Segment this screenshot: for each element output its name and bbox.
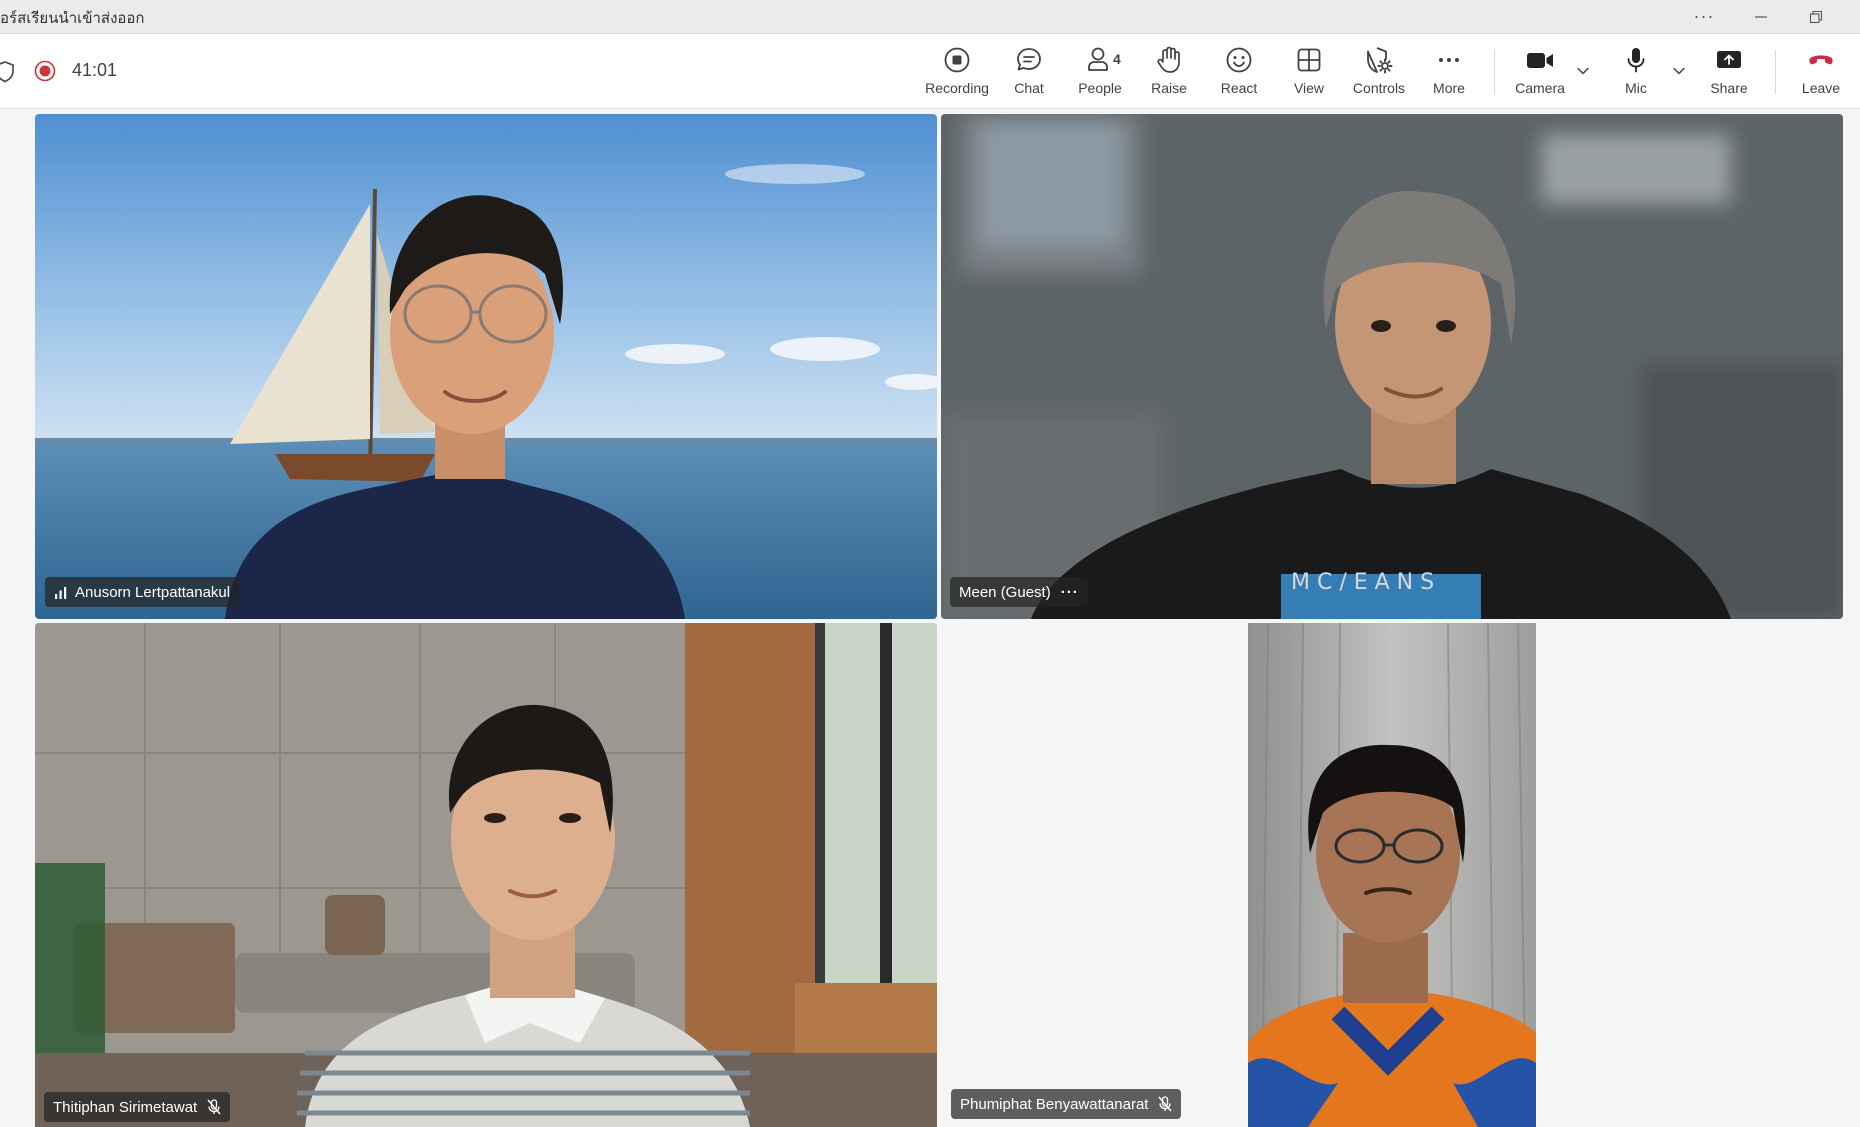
participant-video-feed: [35, 623, 937, 1127]
people-button[interactable]: 4 People: [1071, 44, 1129, 102]
camera-button[interactable]: Camera: [1512, 44, 1568, 102]
participant-nameplate: Thitiphan Sirimetawat: [44, 1092, 231, 1122]
mic-options-chevron-icon[interactable]: [1672, 64, 1686, 78]
chat-icon: [1017, 48, 1041, 71]
mic-muted-icon: [1158, 1096, 1172, 1112]
participant-nameplate: Meen (Guest) ···: [950, 577, 1088, 607]
mic-button[interactable]: Mic: [1614, 44, 1658, 102]
leave-label: Leave: [1801, 80, 1841, 96]
shield-icon: [0, 61, 14, 83]
view-button[interactable]: View: [1289, 44, 1329, 102]
participant-video-tile[interactable]: M C / E A N S Meen (Guest) ···: [941, 114, 1843, 619]
raise-hand-button[interactable]: Raise: [1148, 44, 1190, 102]
window-titlebar: อร์สเรียนนำเข้าส่งออก ···: [0, 0, 1860, 34]
participant-nameplate: Anusorn Lertpattanakul: [45, 577, 240, 607]
chat-label: Chat: [1014, 80, 1044, 96]
minimize-button[interactable]: [1738, 0, 1784, 33]
participant-name: Thitiphan Sirimetawat: [53, 1098, 198, 1116]
mic-label: Mic: [1625, 80, 1647, 96]
participant-video-feed: M C / E A N S: [941, 114, 1843, 619]
participant-video-feed: [1248, 623, 1536, 1127]
grid-view-icon: [1297, 48, 1321, 72]
react-label: React: [1220, 80, 1258, 96]
more-button[interactable]: More: [1427, 44, 1471, 102]
meeting-timer: 41:01: [72, 60, 118, 80]
participant-name: Anusorn Lertpattanakul: [75, 583, 231, 601]
raise-hand-icon: [1157, 46, 1180, 73]
recording-button[interactable]: Recording: [924, 44, 990, 102]
controls-button[interactable]: Controls: [1350, 44, 1408, 102]
share-button[interactable]: Share: [1706, 44, 1752, 102]
microphone-icon: [1627, 48, 1645, 73]
video-camera-icon: [1527, 53, 1553, 68]
participant-video-tile[interactable]: Anusorn Lertpattanakul: [35, 114, 937, 619]
chat-button[interactable]: Chat: [1006, 44, 1052, 102]
signal-bars-icon: [55, 587, 67, 599]
share-label: Share: [1710, 80, 1748, 96]
minimize-icon: [1755, 15, 1767, 18]
meeting-toolbar: 41:01 Recording Chat 4 People Raise Reac…: [0, 34, 1860, 109]
participant-video-tile[interactable]: [1248, 623, 1536, 1127]
participant-nameplate: Phumiphat Benyawattanarat: [951, 1089, 1182, 1119]
participant-name: Phumiphat Benyawattanarat: [960, 1095, 1149, 1113]
camera-label: Camera: [1515, 80, 1565, 96]
more-horizontal-icon: [1439, 58, 1459, 62]
share-screen-icon: [1717, 51, 1741, 68]
recording-indicator-icon: [34, 60, 56, 82]
leave-button[interactable]: Leave: [1798, 44, 1844, 102]
restore-icon: [1809, 10, 1823, 23]
view-label: View: [1293, 80, 1325, 96]
smiley-icon: [1226, 47, 1252, 73]
raise-label: Raise: [1151, 80, 1187, 96]
toolbar-divider: [1775, 50, 1776, 94]
recording-label: Recording: [925, 80, 989, 96]
more-options-icon[interactable]: ···: [1061, 584, 1079, 601]
shield-gear-icon: [1367, 47, 1393, 74]
people-icon: [1088, 47, 1108, 71]
controls-label: Controls: [1352, 80, 1406, 96]
stop-recording-icon: [944, 47, 970, 73]
camera-options-chevron-icon[interactable]: [1576, 64, 1590, 78]
people-count: 4: [1113, 51, 1121, 67]
people-label: People: [1078, 80, 1122, 96]
participant-video-tile[interactable]: Thitiphan Sirimetawat: [35, 623, 937, 1127]
hang-up-phone-icon: [1809, 55, 1833, 65]
restore-button[interactable]: [1793, 0, 1839, 33]
mic-muted-icon: [207, 1099, 221, 1115]
react-button[interactable]: React: [1218, 44, 1260, 102]
participant-video-feed: [35, 114, 937, 619]
more-label: More: [1433, 80, 1465, 96]
window-more-button[interactable]: ···: [1681, 0, 1727, 33]
toolbar-divider: [1494, 50, 1495, 94]
svg-text:M C / E A N S: M C / E A N S: [1291, 570, 1434, 595]
window-title: อร์สเรียนนำเข้าส่งออก: [0, 10, 145, 27]
participant-name: Meen (Guest): [959, 583, 1051, 601]
